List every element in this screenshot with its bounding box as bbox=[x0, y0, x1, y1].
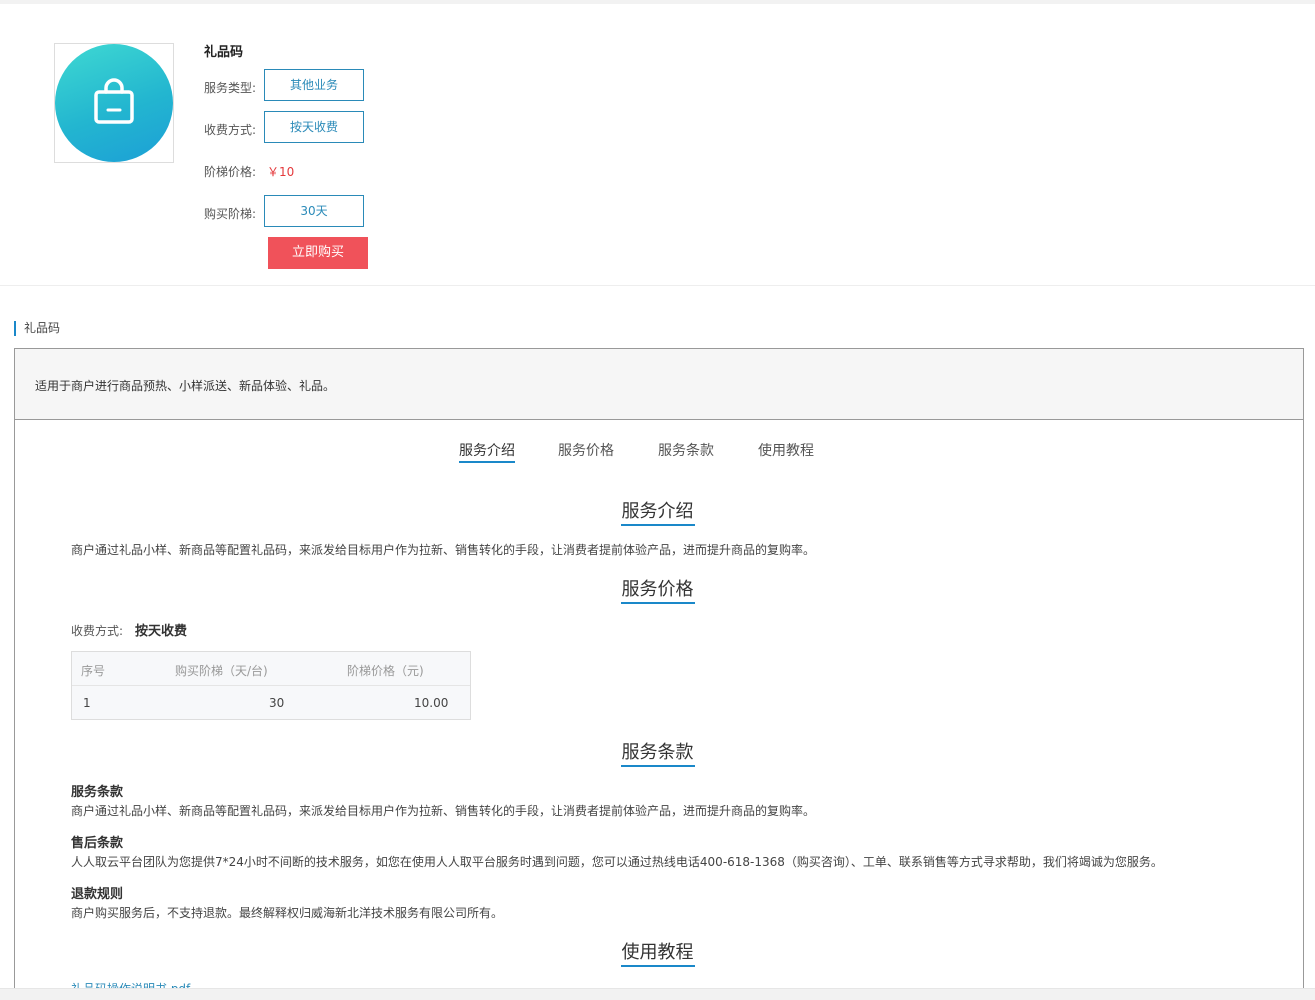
tutorial-heading-text: 使用教程 bbox=[620, 938, 695, 967]
horizontal-scrollbar[interactable] bbox=[0, 988, 1315, 1000]
table-cell: 30 bbox=[269, 696, 285, 710]
tutorial-heading: 使用教程 bbox=[0, 938, 1315, 967]
table-cell: 1 bbox=[83, 696, 91, 710]
price-value: ￥10 bbox=[267, 165, 295, 179]
table-header-cell: 阶梯价格（元) bbox=[347, 664, 424, 678]
shopping-bag-icon bbox=[94, 78, 134, 124]
terms-item-text: 商户通过礼品小样、新商品等配置礼品码，来派发给目标用户作为拉新、销售转化的手段，… bbox=[71, 804, 816, 818]
summary-box: 适用于商户进行商品预热、小样派送、新品体验、礼品。 bbox=[14, 348, 1304, 420]
section-title: 礼品码 bbox=[14, 321, 60, 336]
table-header-cell: 购买阶梯（天/台) bbox=[175, 664, 268, 678]
service-type-label: 服务类型: bbox=[204, 81, 257, 95]
buy-now-button[interactable]: 立即购买 bbox=[268, 237, 368, 269]
tier-label: 购买阶梯: bbox=[204, 207, 257, 221]
product-name: 礼品码 bbox=[204, 45, 244, 60]
after-sales-title: 售后条款 bbox=[71, 836, 124, 851]
tab-service-terms[interactable]: 服务条款 bbox=[658, 440, 714, 460]
terms-heading-text: 服务条款 bbox=[620, 738, 695, 767]
pricing-table: 序号 购买阶梯（天/台) 阶梯价格（元) 1 30 10.00 bbox=[71, 651, 471, 720]
intro-text: 商户通过礼品小样、新商品等配置礼品码，来派发给目标用户作为拉新、销售转化的手段，… bbox=[71, 543, 816, 557]
fee-label: 收费方式: bbox=[71, 624, 124, 638]
billing-option[interactable]: 按天收费 bbox=[264, 111, 364, 143]
table-cell: 10.00 bbox=[414, 696, 449, 710]
tab-service-price[interactable]: 服务价格 bbox=[558, 440, 614, 460]
pricing-heading-text: 服务价格 bbox=[620, 575, 695, 604]
fee-value: 按天收费 bbox=[135, 624, 188, 639]
summary-text: 适用于商户进行商品预热、小样派送、新品体验、礼品。 bbox=[35, 379, 336, 393]
tier-option[interactable]: 30天 bbox=[264, 195, 364, 227]
intro-heading: 服务介绍 bbox=[0, 497, 1315, 526]
terms-heading: 服务条款 bbox=[0, 738, 1315, 767]
pricing-heading: 服务价格 bbox=[0, 575, 1315, 604]
service-type-option[interactable]: 其他业务 bbox=[264, 69, 364, 101]
table-header: 序号 购买阶梯（天/台) 阶梯价格（元) bbox=[72, 652, 470, 686]
refund-title: 退款规则 bbox=[71, 887, 124, 902]
tab-service-intro[interactable]: 服务介绍 bbox=[459, 440, 515, 463]
price-label: 阶梯价格: bbox=[204, 165, 257, 179]
billing-label: 收费方式: bbox=[204, 123, 257, 137]
tab-tutorial[interactable]: 使用教程 bbox=[758, 440, 814, 460]
after-sales-text: 人人取云平台团队为您提供7*24小时不间断的技术服务，如您在使用人人取平台服务时… bbox=[71, 855, 1163, 869]
product-panel: 礼品码 服务类型: 其他业务 收费方式: 按天收费 阶梯价格: ￥10 购买阶梯… bbox=[0, 4, 1315, 286]
intro-heading-text: 服务介绍 bbox=[620, 497, 695, 526]
product-image bbox=[54, 43, 174, 163]
table-header-cell: 序号 bbox=[81, 664, 106, 678]
terms-item-title: 服务条款 bbox=[71, 785, 124, 800]
refund-text: 商户购买服务后，不支持退款。最终解释权归威海新北洋技术服务有限公司所有。 bbox=[71, 906, 504, 920]
